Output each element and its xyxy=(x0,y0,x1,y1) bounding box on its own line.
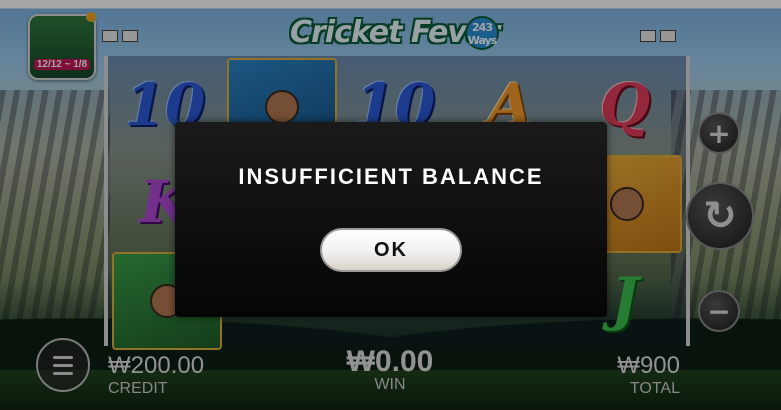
dialog-message: INSUFFICIENT BALANCE xyxy=(238,164,544,189)
ok-button[interactable]: OK xyxy=(320,228,462,272)
insufficient-balance-dialog: INSUFFICIENT BALANCE OK xyxy=(175,122,607,317)
game-stage: Cricket Fever 243 Ways 12/12 ~ 1/8 10 K 10… xyxy=(0,0,781,410)
